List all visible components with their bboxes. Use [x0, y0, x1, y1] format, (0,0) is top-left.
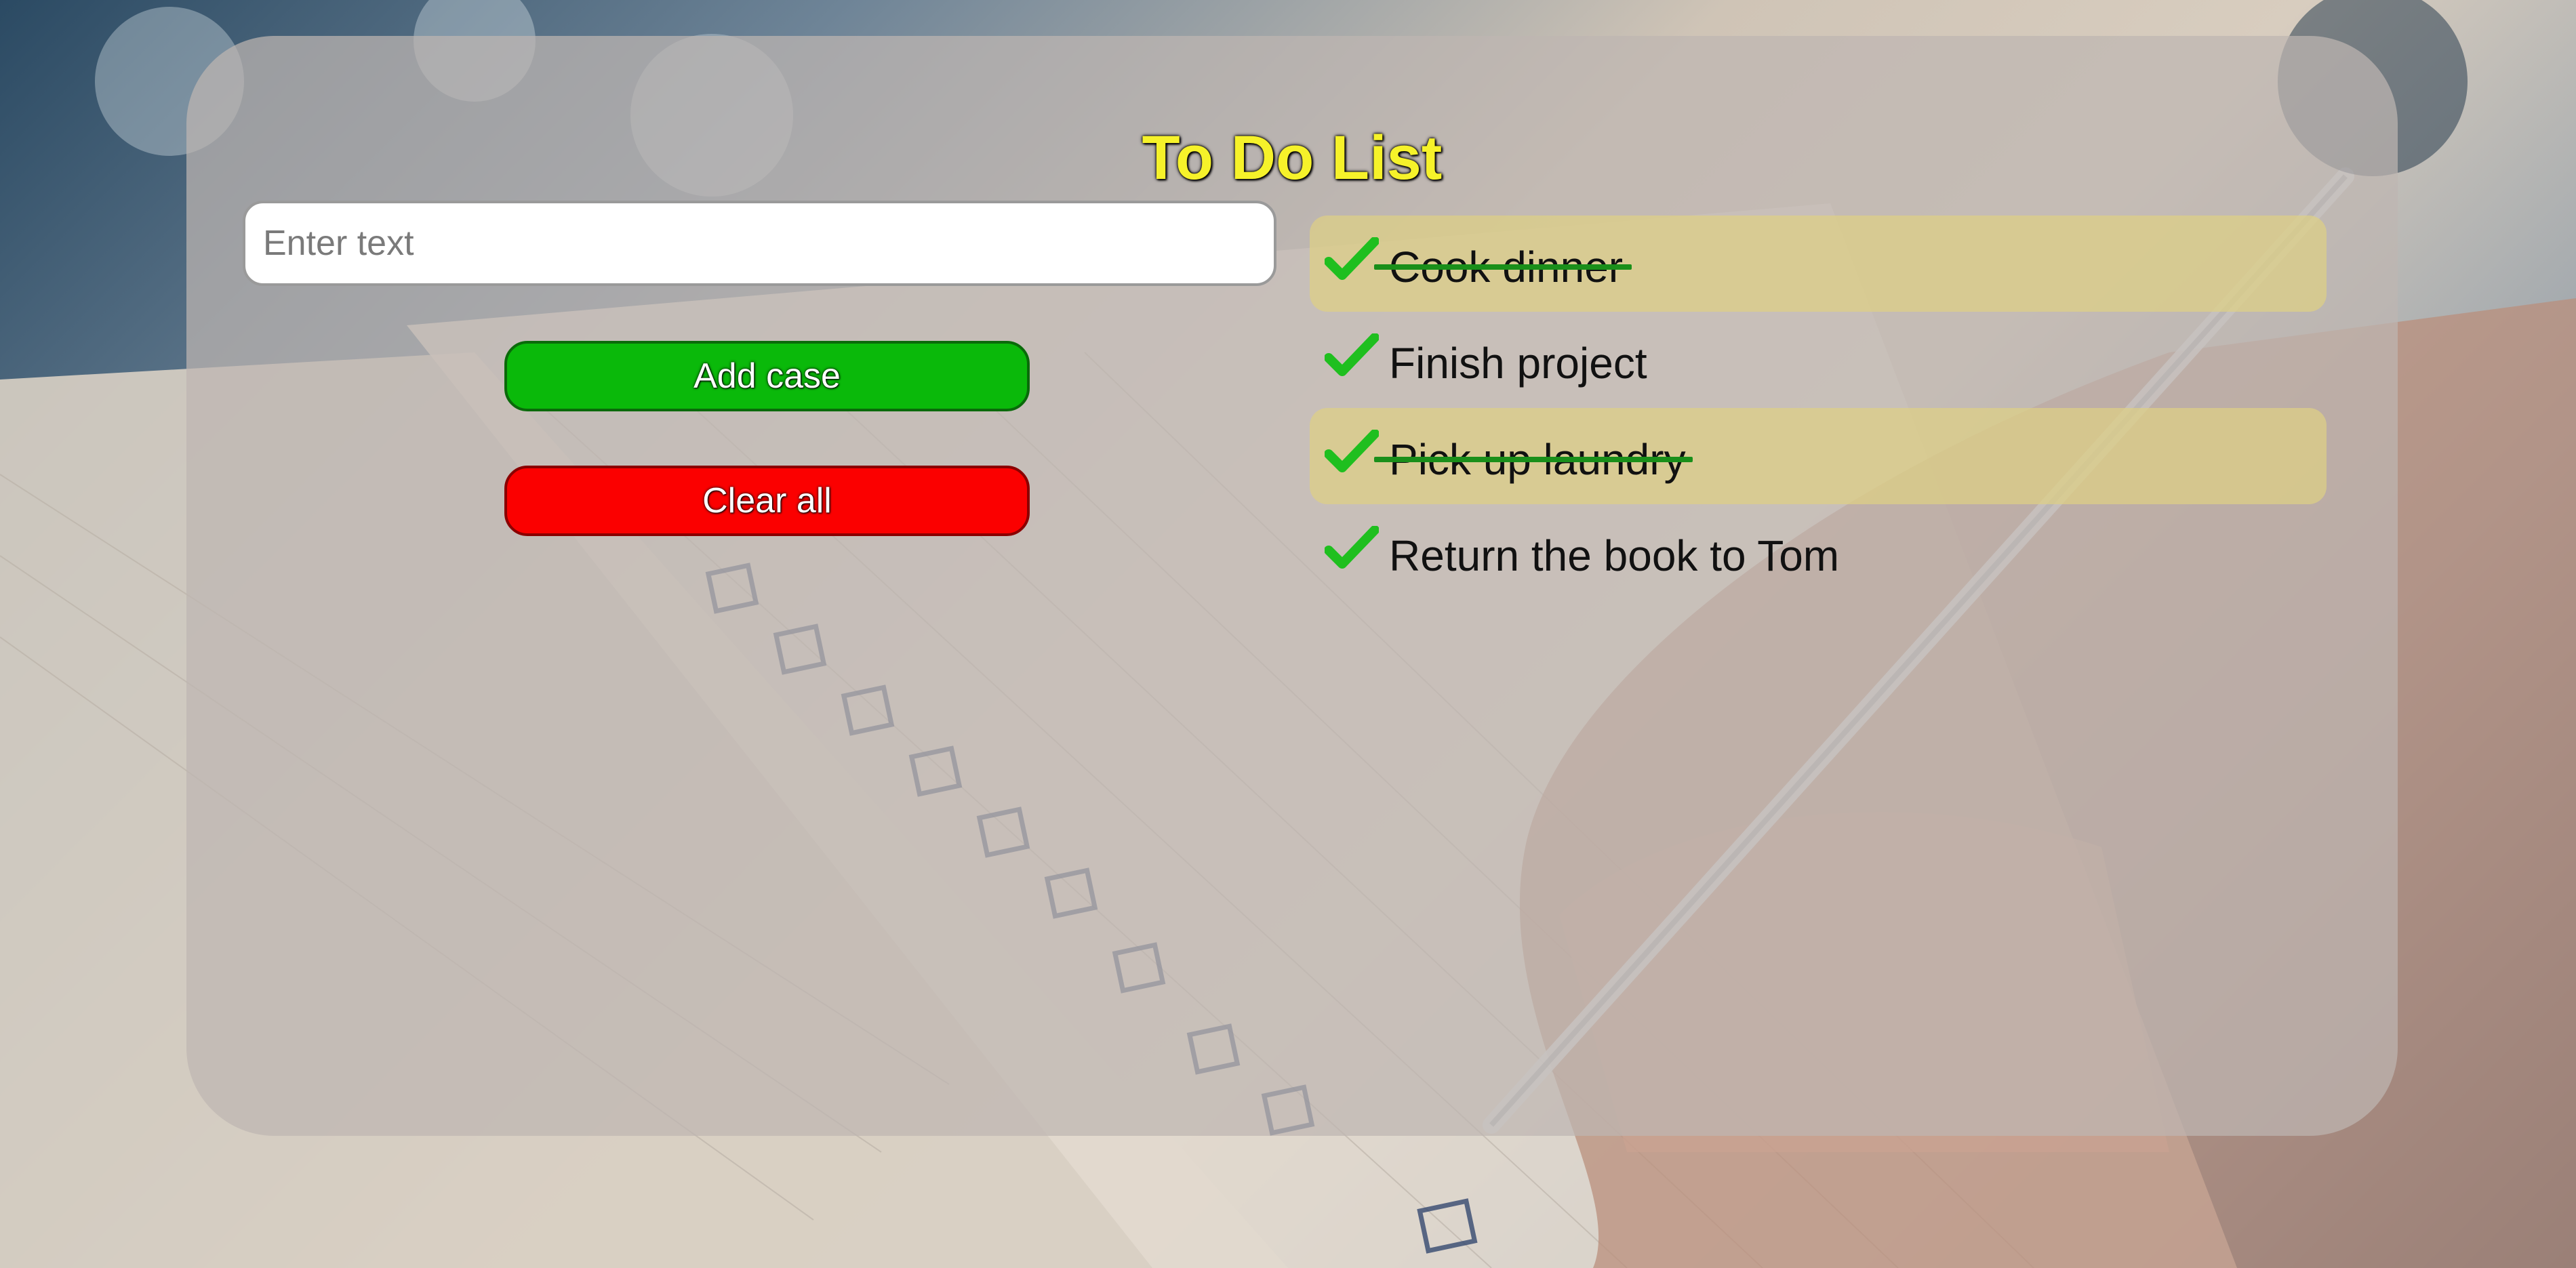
todo-item-label: Finish project [1389, 339, 1647, 388]
add-case-button[interactable]: Add case [504, 341, 1030, 411]
check-icon[interactable] [1325, 526, 1379, 571]
check-icon[interactable] [1325, 430, 1379, 474]
todo-panel: To Do List Add case Clear all Cook dinne… [186, 36, 2398, 1136]
todo-item[interactable]: Return the book to Tom [1310, 504, 2327, 600]
todo-item[interactable]: Cook dinner [1310, 216, 2327, 312]
task-input[interactable] [243, 201, 1276, 286]
strikethrough-line [1374, 264, 1632, 270]
page-title: To Do List [1142, 123, 1443, 192]
todo-item[interactable]: Pick up laundry [1310, 408, 2327, 504]
check-icon[interactable] [1325, 237, 1379, 282]
todo-item[interactable]: Finish project [1310, 312, 2327, 408]
clear-all-button[interactable]: Clear all [504, 466, 1030, 536]
todo-item-label: Return the book to Tom [1389, 531, 1840, 580]
check-icon[interactable] [1325, 333, 1379, 378]
todo-list: Cook dinner Finish project Pick up laund… [1310, 216, 2327, 600]
strikethrough-line [1374, 457, 1693, 462]
